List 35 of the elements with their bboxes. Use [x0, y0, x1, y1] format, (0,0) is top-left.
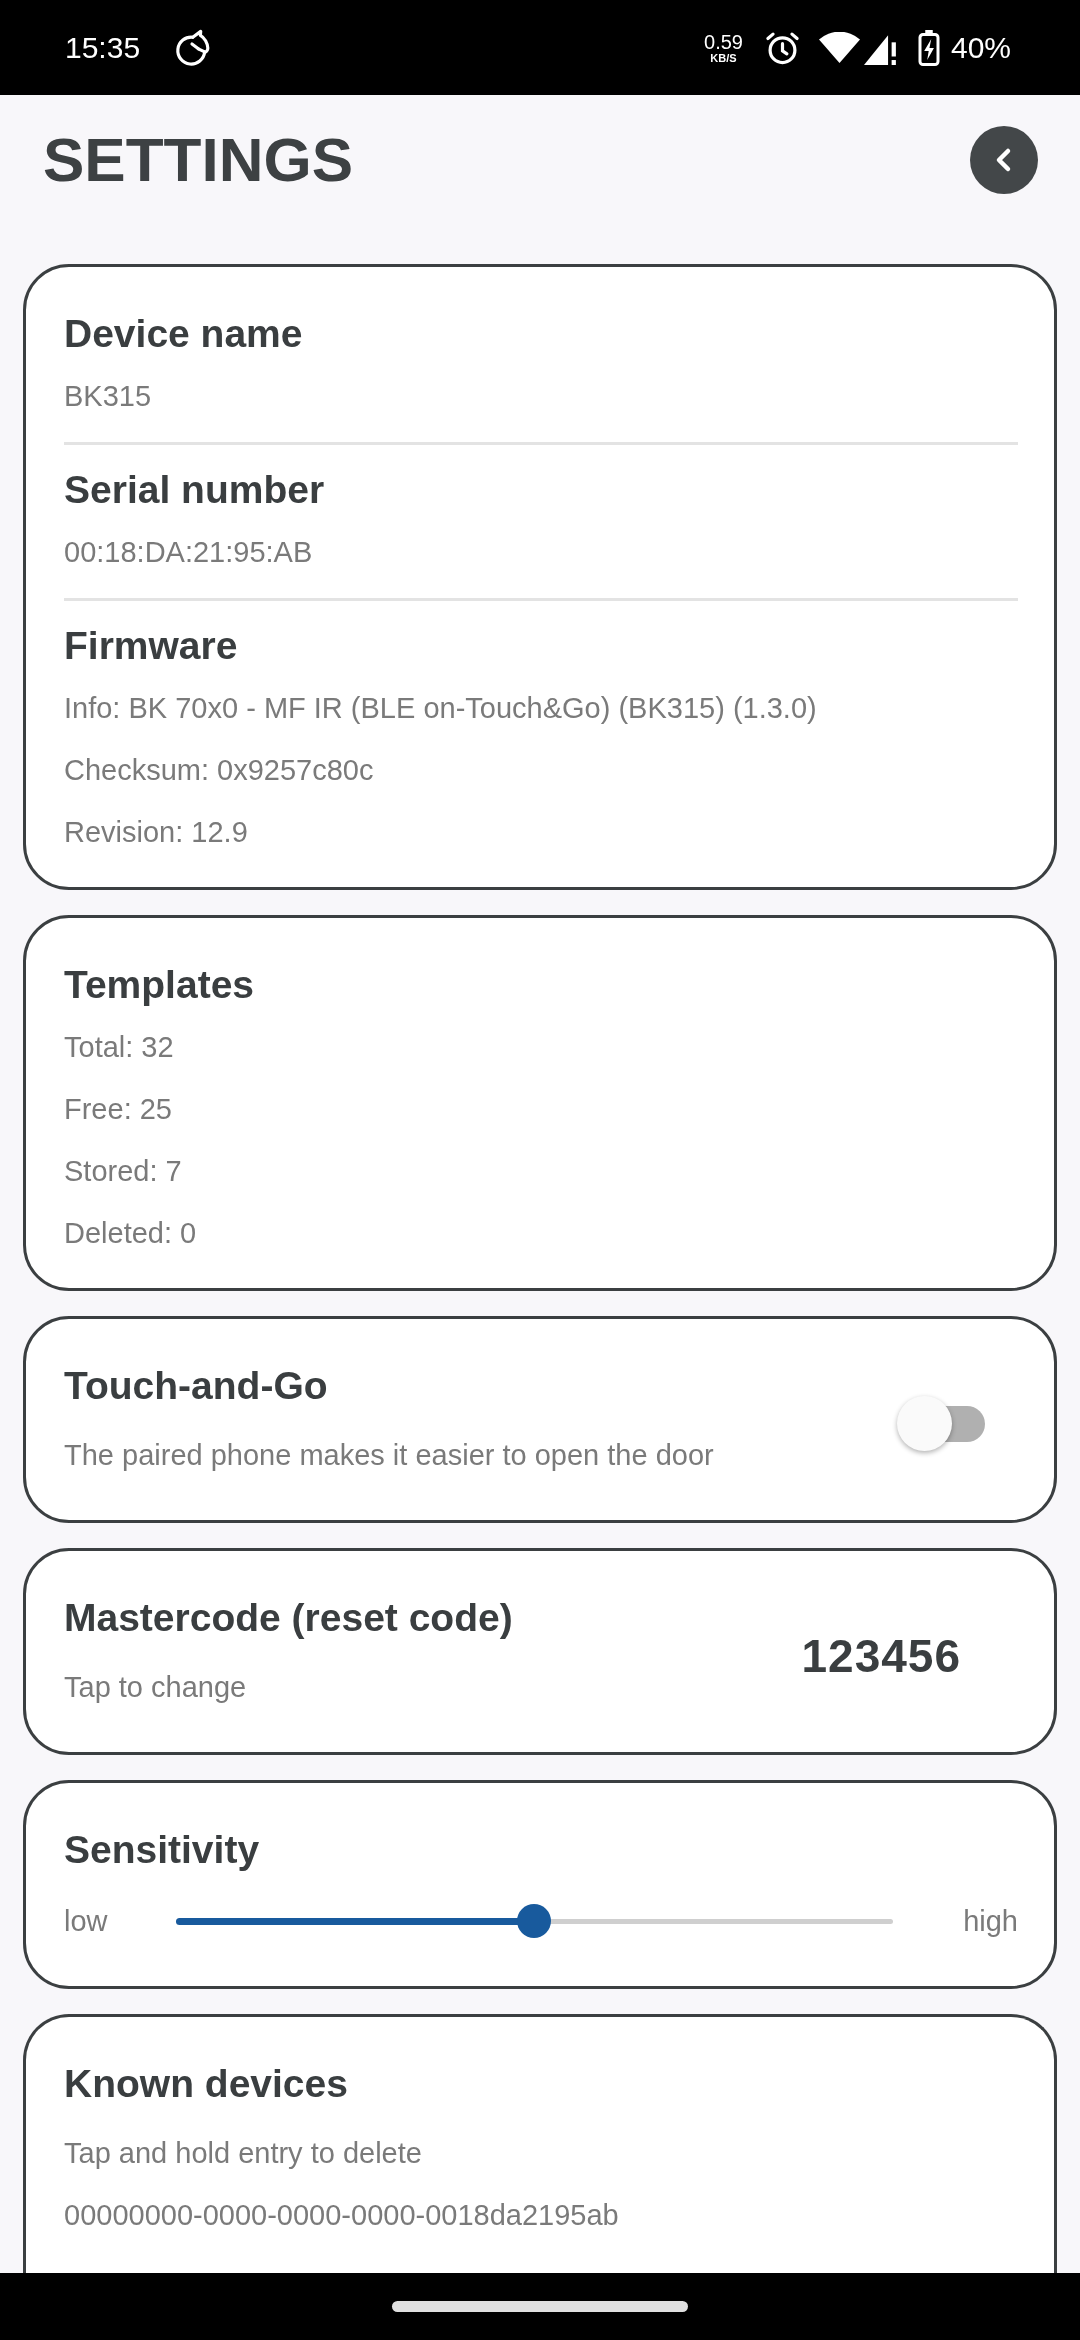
section-value: Deleted: 0 [64, 1216, 198, 1251]
section-value: Stored: 7 [64, 1154, 183, 1189]
slider-thumb[interactable] [517, 1904, 552, 1938]
section-value: Total: 32 [64, 1030, 175, 1065]
slider-min-label: low [64, 1904, 108, 1939]
device-entry[interactable]: 00000000-0000-0000-0000-0018da2195ab [64, 2184, 1018, 2246]
battery-charging-icon [917, 29, 940, 66]
section-hint: Tap to change [64, 1670, 248, 1705]
section-title: Mastercode (reset code) [64, 1595, 514, 1641]
section-value: 00:18:DA:21:95:AB [64, 535, 314, 570]
section-value: Checksum: 0x9257c80c [64, 753, 375, 788]
section-title: Touch-and-Go [64, 1363, 329, 1409]
section-title: Firmware [64, 623, 239, 669]
section-value: Info: BK 70x0 - MF IR (BLE on-Touch&Go) (BK315) (1.3.0) [64, 691, 818, 726]
network-speed-unit: KB/S [710, 51, 737, 64]
settings-card[interactable]: Mastercode (reset code) Tap to change 123456 [23, 1548, 1057, 1755]
wifi-icon [818, 32, 860, 63]
code-value: 123456 [801, 1632, 961, 1679]
section-title: Serial number [64, 467, 326, 513]
section-value: Free: 25 [64, 1092, 173, 1127]
section-title: Device name [64, 311, 304, 357]
section-description: The paired phone makes it easier to open the door [64, 1438, 715, 1473]
battery-percentage: 40% [950, 32, 1011, 63]
slider-max-label: high [963, 1904, 1018, 1939]
section-value: Revision: 12.9 [64, 815, 249, 850]
section-title: Known devices [64, 2061, 349, 2107]
page-title: SETTINGS [43, 129, 354, 191]
section-hint: Tap and hold entry to delete [64, 2136, 423, 2171]
toggle-switch[interactable] [897, 1396, 985, 1451]
network-speed: 0.59 [704, 31, 743, 52]
section-value: BK315 [64, 379, 153, 414]
section-title: Templates [64, 962, 255, 1008]
section-title: Sensitivity [64, 1827, 261, 1873]
knight-icon [173, 28, 212, 67]
clock-time: 15:35 [65, 32, 141, 63]
